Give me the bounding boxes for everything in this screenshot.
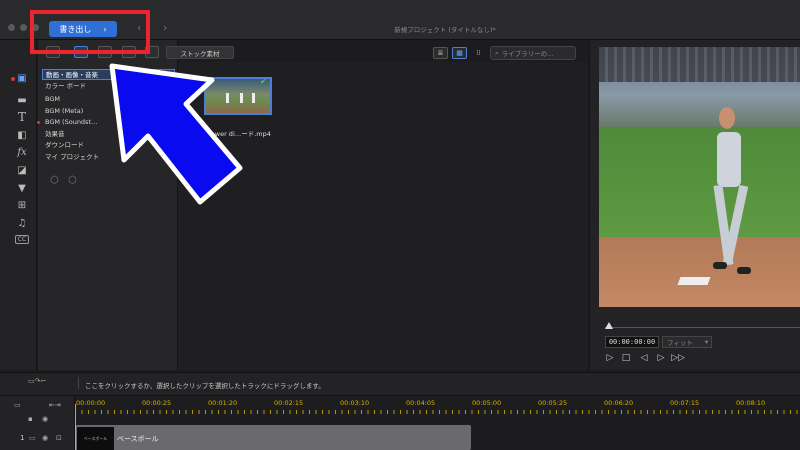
fit-timeline-icon[interactable]: ⇤⇥ [49,401,61,409]
microphone-icon[interactable]: ♫ [15,217,29,229]
ruler-tick-label: 00:04:05 [406,399,436,407]
captions-icon[interactable]: CC [15,235,29,244]
add-folder-icon[interactable]: ⬡ [50,175,62,187]
ruler-tick-label: 00:06:20 [604,399,634,407]
ruler-tick-label: 00:05:25 [538,399,568,407]
search-placeholder: ライブラリーの… [501,50,554,58]
text-title-icon[interactable]: T [15,110,29,124]
ruler-ticks [75,410,800,414]
chevron-down-icon: ▾ [704,338,709,346]
crop-frame-icon[interactable]: ⊞ [15,199,29,211]
particle-icon[interactable]: ▼ [15,182,29,194]
close-window-button[interactable] [8,24,15,31]
next-frame-icon[interactable]: ▷ [655,352,667,364]
remove-folder-icon[interactable]: ⬡ [68,175,80,187]
forward-arrow-icon[interactable]: › [163,21,167,34]
ruler-tick-label: 00:07:15 [670,399,700,407]
zoom-fit-select[interactable]: フィット ▾ [662,336,712,348]
image-icon[interactable]: ▬ [15,94,29,106]
track-video-icon[interactable]: ▪ [28,415,33,423]
track-number: 1 [20,434,25,442]
fx-effects-icon[interactable]: fx [15,146,29,158]
library-search-input[interactable]: ⌕ ライブラリーの… [490,46,576,60]
category-label: BGM (Meta) [45,107,84,115]
window-title: 新規プロジェクト (タイトルなし)* [394,26,496,34]
previous-frame-icon[interactable]: ◁ [638,352,650,364]
media-library-icon[interactable]: ▣ [15,72,29,84]
timeline-mode-icon[interactable]: ▭↷⌐ [28,377,46,385]
preview-video-frame [599,47,800,307]
track-header-panel [0,396,75,450]
category-label: BGM [45,95,60,103]
timeline-clip-label: ベースボール [117,435,159,443]
checkmark-icon: ✔ [260,77,267,86]
pointer-arrow-annotation [109,63,243,205]
lock-icon[interactable]: ⊡ [56,434,62,442]
fit-label: フィット [667,339,693,347]
ruler-tick-label: 00:05:00 [472,399,502,407]
stock-media-button[interactable]: ストック素材 [166,46,234,59]
transition-icon[interactable]: ◧ [15,129,29,141]
ruler-tick-label: 00:02:15 [274,399,304,407]
timeline-hint-text: ここをクリックするか、選択したクリップを選択したトラックにドラッグします。 [85,382,325,390]
pip-overlay-icon[interactable]: ◪ [15,164,29,176]
category-label: カラー ボード [45,82,87,90]
toolbar-divider [78,377,79,389]
eye-icon[interactable]: ◉ [42,415,48,423]
play-icon[interactable]: ▷ [604,352,616,364]
list-view-icon[interactable]: ≣ [433,47,448,59]
ruler-tick-label: 00:01:20 [208,399,238,407]
stop-icon[interactable]: □ [620,352,632,364]
minimize-window-button[interactable] [20,24,27,31]
eye-icon[interactable]: ◉ [42,434,48,442]
search-icon: ⌕ [495,48,499,57]
fast-forward-icon[interactable]: ▷▷ [671,352,685,364]
highlight-box [30,10,150,54]
timeline-playhead[interactable] [75,404,76,450]
dense-grid-icon[interactable]: ⁞⁞ [471,47,486,59]
preview-timecode: 00:00:00:00 [605,336,659,348]
ruler-tick-label: 00:00:00 [76,399,106,407]
preview-scrubber-handle[interactable] [605,322,613,329]
grid-view-icon[interactable]: ▦ [452,47,467,59]
track-view-icon[interactable]: ▭ [14,401,21,409]
ruler-tick-label: 00:08:10 [736,399,766,407]
ruler-tick-label: 00:00:25 [142,399,172,407]
new-badge-dot [37,121,40,124]
preview-scrubber-track[interactable] [605,327,800,328]
ruler-tick-label: 00:03:10 [340,399,370,407]
monitor-icon[interactable]: ▭ [29,434,36,442]
category-label: 効果音 [45,130,65,138]
category-label: ダウンロード [45,141,84,149]
timeline-clip-thumbnail: ベースボール [77,427,114,450]
